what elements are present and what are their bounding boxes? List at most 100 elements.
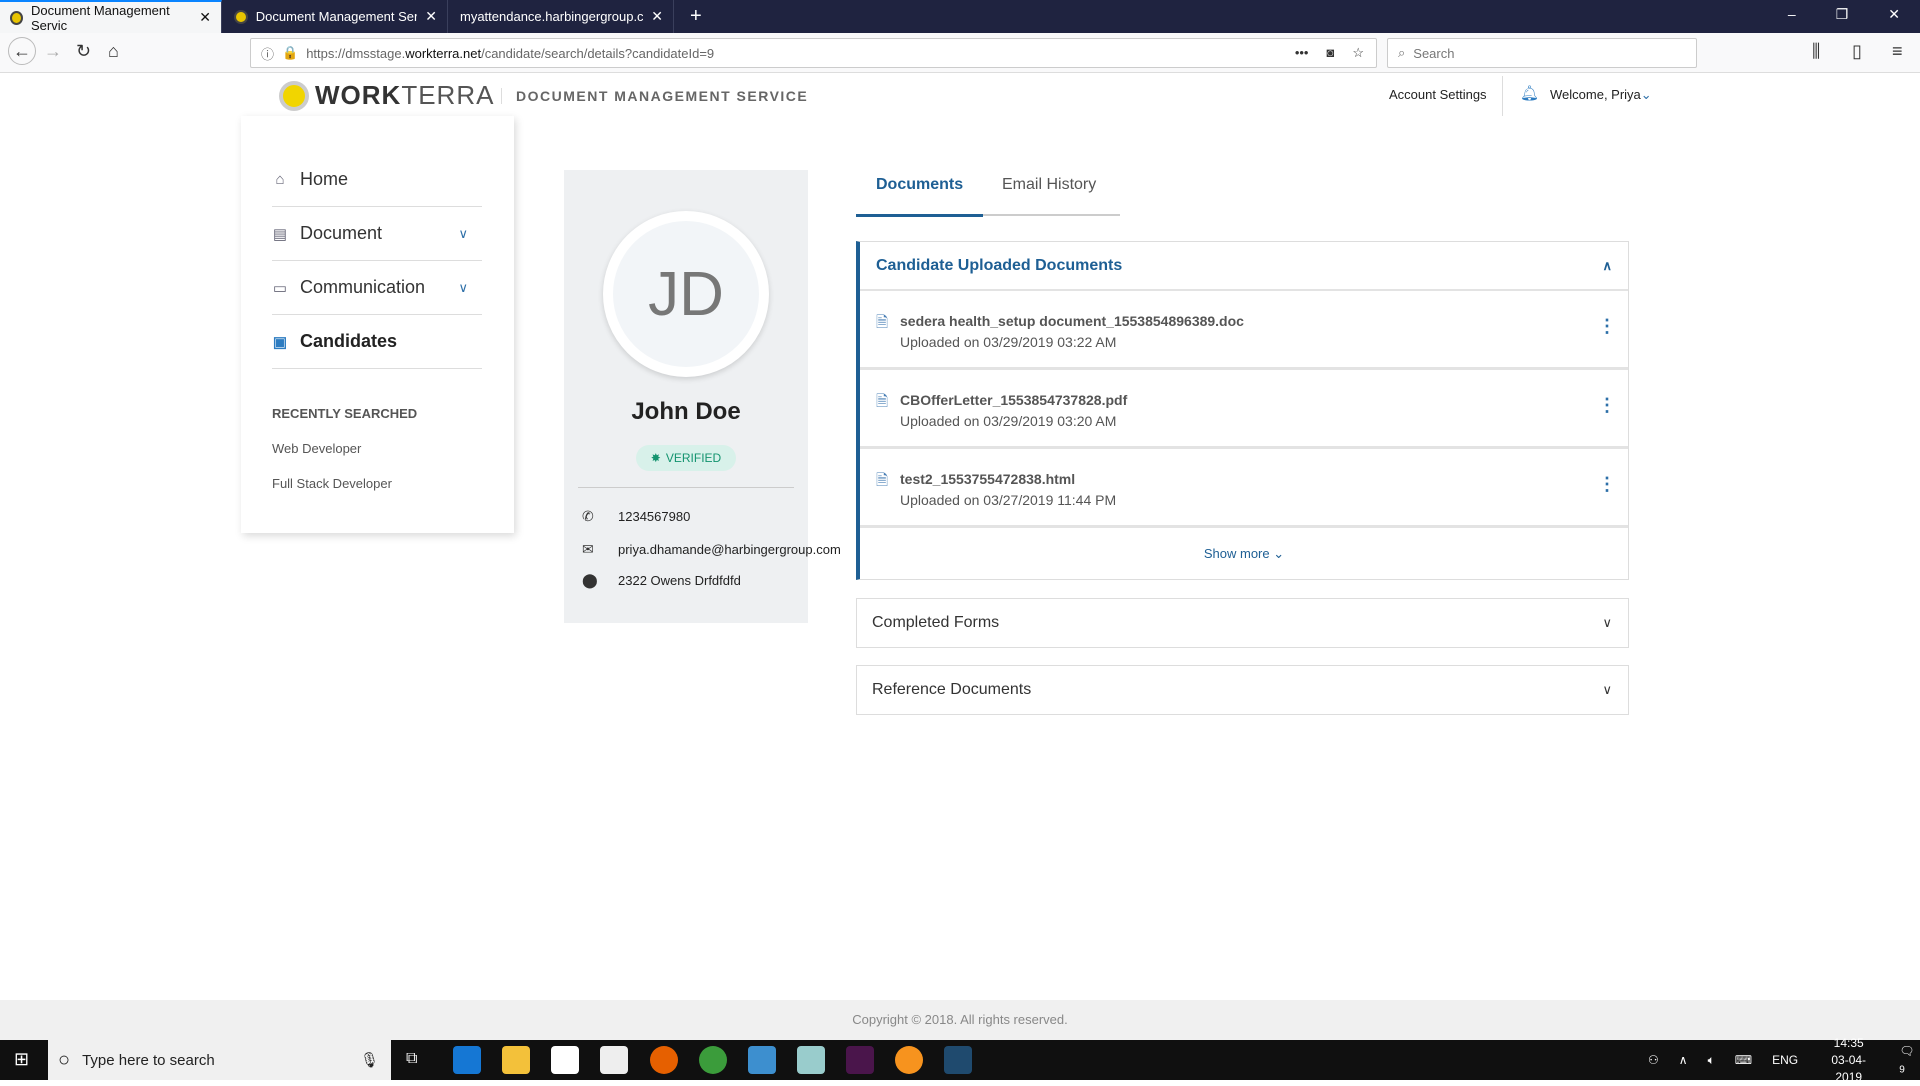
volume-icon[interactable]: 🔈︎ [1708, 1053, 1715, 1068]
more-actions-icon[interactable]: ••• [1295, 45, 1309, 61]
task-view-icon[interactable]: ⧉ [406, 1050, 417, 1068]
notes-app-icon[interactable] [797, 1046, 825, 1074]
document-icon: ▤ [272, 225, 288, 243]
url-bar[interactable]: ⓘ 🔒 https://dmsstage.workterra.net/candid… [250, 38, 1377, 68]
reference-documents-accordion[interactable]: Reference Documents∨ [856, 665, 1629, 715]
browser-tab[interactable]: Document Management Servic✕ [224, 0, 448, 33]
close-tab-icon[interactable]: ✕ [425, 8, 437, 25]
lock-icon: 🔒 [282, 45, 298, 61]
new-tab-button[interactable]: + [680, 0, 712, 33]
show-more-link[interactable]: Show more ⌄ [860, 528, 1628, 562]
chevron-down-icon: ∨ [1602, 682, 1612, 698]
home-icon: ⌂ [272, 171, 288, 188]
media-player-icon[interactable] [748, 1046, 776, 1074]
browser-tab-bar: Document Management Servic✕ Document Man… [0, 0, 1920, 33]
close-tab-icon[interactable]: ✕ [199, 9, 211, 26]
microphone-icon: 🎙︎ [360, 1051, 379, 1069]
people-icon[interactable]: ⚇ [1648, 1053, 1659, 1067]
candidate-profile-card: JD John Doe ✸VERIFIED ✆1234567980 ✉priya… [564, 170, 808, 623]
mail-app-icon[interactable] [600, 1046, 628, 1074]
document-row[interactable]: 🗎test2_1553755472838.htmlUploaded on 03/… [860, 449, 1628, 528]
pocket-icon[interactable]: ◙ [1326, 45, 1334, 61]
tab-documents[interactable]: Documents [856, 176, 983, 217]
clock[interactable]: 14:3503-04-2019 [1818, 1035, 1879, 1086]
footer-copyright: Copyright © 2018. All rights reserved. [0, 1000, 1920, 1040]
document-row[interactable]: 🗎CBOfferLetter_1553854737828.pdfUploaded… [860, 370, 1628, 449]
recently-searched-heading: RECENTLY SEARCHED [272, 406, 417, 421]
favicon-icon [10, 11, 23, 25]
chrome-icon[interactable] [699, 1046, 727, 1074]
more-options-icon[interactable]: ⋮ [1598, 396, 1616, 414]
user-menu[interactable]: Welcome, Priya⌄ [1550, 87, 1652, 103]
info-icon[interactable]: ⓘ [261, 44, 274, 63]
bookmark-star-icon[interactable]: ☆ [1352, 45, 1364, 61]
windows-start-icon[interactable]: ⊞ [14, 1049, 29, 1070]
chevron-down-icon: ⌄ [1273, 546, 1284, 561]
close-window-icon[interactable]: ✕ [1888, 6, 1900, 23]
chevron-down-icon: ⌄ [1641, 87, 1652, 102]
phone-row: ✆1234567980 [582, 508, 690, 525]
search-icon: ⌕ [1398, 45, 1405, 61]
more-options-icon[interactable]: ⋮ [1598, 475, 1616, 493]
sidebar-toggle-icon[interactable]: ▯ [1852, 41, 1862, 62]
message-icon: ▭ [272, 279, 288, 297]
location-pin-icon: ⬤ [582, 572, 618, 589]
candidate-uploaded-documents-panel: Candidate Uploaded Documents∧ 🗎sedera he… [856, 241, 1629, 580]
recent-search-link[interactable]: Web Developer [272, 441, 361, 456]
library-icon[interactable]: ⫼ [1812, 41, 1820, 62]
document-row[interactable]: 🗎sedera health_setup document_1553854896… [860, 291, 1628, 370]
menu-icon[interactable]: ≡ [1892, 41, 1903, 62]
browser-search-input[interactable]: ⌕Search [1387, 38, 1697, 68]
email-row: ✉priya.dhamande@harbingergroup.com [582, 541, 841, 558]
notifications-icon[interactable]: 🗨︎9 [1899, 1044, 1920, 1075]
keyboard-icon[interactable]: ⌨ [1735, 1053, 1752, 1067]
forward-icon[interactable]: → [44, 41, 62, 62]
mail-icon: ✉ [582, 541, 618, 558]
logo-mark-icon [279, 81, 309, 111]
file-icon: 🗎 [876, 391, 888, 416]
recent-search-link[interactable]: Full Stack Developer [272, 476, 392, 491]
cortana-icon: ○ [58, 1049, 70, 1072]
show-hidden-icons[interactable]: ∧ [1679, 1053, 1688, 1067]
candidate-badge-icon: ▣ [272, 333, 288, 351]
edge-app-icon[interactable] [453, 1046, 481, 1074]
more-options-icon[interactable]: ⋮ [1598, 317, 1616, 335]
phone-icon: ✆ [582, 508, 618, 525]
file-icon: 🗎 [876, 470, 888, 495]
minimize-icon[interactable]: – [1788, 6, 1796, 23]
reload-icon[interactable]: ↻ [76, 41, 91, 62]
account-settings-link[interactable]: Account Settings [1389, 87, 1487, 102]
workterra-logo[interactable]: WORKTERRA [279, 80, 494, 111]
restore-icon[interactable]: ❐ [1836, 6, 1849, 23]
candidate-name: John Doe [564, 398, 808, 426]
back-icon[interactable]: ← [8, 37, 36, 65]
xampp-icon[interactable] [895, 1046, 923, 1074]
store-icon[interactable] [551, 1046, 579, 1074]
close-tab-icon[interactable]: ✕ [651, 8, 663, 25]
bell-icon[interactable]: 🔔︎ [1520, 84, 1539, 102]
chevron-down-icon: ∨ [458, 226, 468, 242]
address-row: ⬤2322 Owens Drfdfdfd [582, 572, 741, 589]
sidebar-item-document[interactable]: ▤Document∨ [272, 207, 482, 261]
browser-tab[interactable]: Document Management Servic✕ [0, 0, 222, 33]
panel-header[interactable]: Candidate Uploaded Documents∧ [860, 242, 1628, 291]
file-explorer-icon[interactable] [502, 1046, 530, 1074]
sidebar-item-home[interactable]: ⌂Home [272, 153, 482, 207]
file-icon: 🗎 [876, 312, 888, 337]
browser-tab[interactable]: myattendance.harbingergroup.com✕ [450, 0, 674, 33]
content-tabs: Documents Email History [856, 170, 1120, 216]
language-indicator[interactable]: ENG [1772, 1053, 1798, 1067]
verified-badge: ✸VERIFIED [636, 445, 736, 471]
taskbar-search-input[interactable]: ○Type here to search🎙︎ [48, 1040, 391, 1080]
slack-icon[interactable] [846, 1046, 874, 1074]
sql-app-icon[interactable] [944, 1046, 972, 1074]
sidebar-item-communication[interactable]: ▭Communication∨ [272, 261, 482, 315]
windows-taskbar: ⊞ ○Type here to search🎙︎ ⧉ ⚇ ∧ 🔈︎ ⌨ ENG … [0, 1040, 1920, 1080]
chevron-down-icon: ∨ [458, 280, 468, 296]
home-icon[interactable]: ⌂ [108, 41, 119, 62]
url-text: https://dmsstage.workterra.net/candidate… [306, 46, 714, 61]
completed-forms-accordion[interactable]: Completed Forms∨ [856, 598, 1629, 648]
tab-email-history[interactable]: Email History [982, 176, 1116, 214]
firefox-icon[interactable] [650, 1046, 678, 1074]
sidebar-item-candidates[interactable]: ▣Candidates [272, 315, 482, 369]
